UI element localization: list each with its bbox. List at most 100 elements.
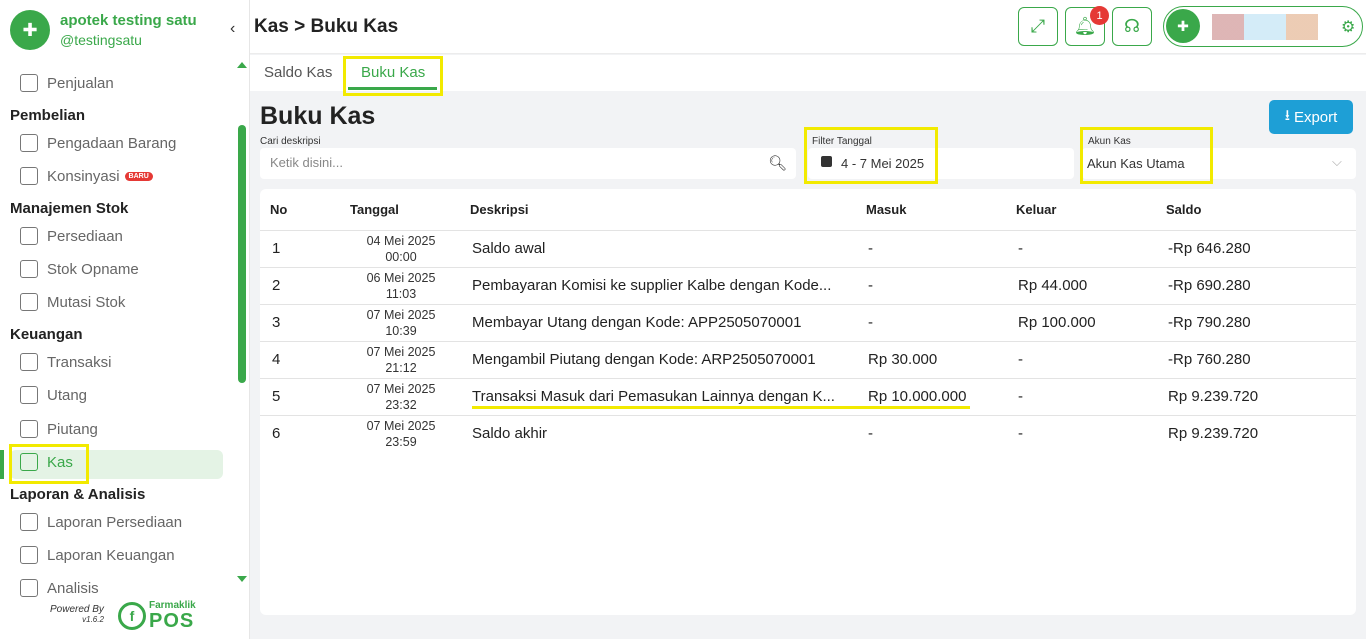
app-root: ✚ apotek testing satu @testingsatu ‹ Pen… [0, 0, 1366, 639]
cell-date-day: 04 Mei 2025 [366, 234, 436, 248]
search-input[interactable] [270, 155, 750, 170]
cell-in: - [868, 425, 873, 442]
sidebar-item-transaksi[interactable]: Transaksi [20, 349, 111, 375]
col-date: Tanggal [350, 202, 399, 217]
cell-date-time: 11:03 [385, 287, 417, 301]
cell-description: Pembayaran Komisi ke supplier Kalbe deng… [472, 277, 832, 294]
cell-in: Rp 10.000.000 [868, 388, 967, 405]
sidebar-item-konsinyasi[interactable]: Konsinyasi BARU [20, 163, 153, 189]
cell-no: 2 [272, 277, 281, 294]
cell-out: Rp 44.000 [1018, 277, 1088, 294]
receipt-icon [20, 420, 38, 438]
search-box: 🔍︎ [260, 148, 796, 179]
cell-description: Membayar Utang dengan Kode: APP250507000… [472, 314, 802, 331]
sidebar-item-label: Transaksi [47, 353, 112, 371]
cell-date-time: 21:12 [385, 361, 417, 375]
collapse-sidebar-icon[interactable]: ‹ [230, 20, 235, 38]
sidebar-item-stok-opname[interactable]: Stok Opname [20, 256, 139, 282]
page-title: Buku Kas [260, 102, 376, 130]
sidebar-item-label: Analisis [47, 579, 99, 597]
cell-no: 5 [272, 388, 281, 405]
brand: ✚ apotek testing satu @testingsatu [10, 10, 197, 50]
fullscreen-button[interactable]: ⤢ [1018, 7, 1058, 46]
highlight-account-select [1080, 127, 1213, 184]
cell-out: - [1018, 240, 1023, 257]
cell-out: Rp 100.000 [1018, 314, 1096, 331]
farmaklik-logo: f Farmaklik POS [118, 600, 196, 631]
cell-date-time: 23:59 [385, 435, 417, 449]
sidebar-item-piutang[interactable]: Piutang [20, 416, 98, 442]
sidebar-item-label: Laporan Keuangan [47, 546, 175, 564]
cell-date: 07 Mei 2025 21:12 [356, 344, 446, 376]
sidebar-item-utang[interactable]: Utang [20, 382, 87, 408]
gear-icon[interactable]: ⚙ [1341, 17, 1355, 37]
user-name-redacted [1212, 14, 1318, 40]
sidebar-item-pengadaan-barang[interactable]: Pengadaan Barang [20, 130, 176, 156]
col-desc: Deskripsi [470, 202, 529, 217]
cell-no: 3 [272, 314, 281, 331]
sidebar-item-penjualan[interactable]: Penjualan [20, 70, 114, 96]
cell-balance: -Rp 760.280 [1168, 351, 1251, 368]
sidebar-item-label: Laporan Persediaan [47, 513, 183, 531]
sidebar: ✚ apotek testing satu @testingsatu ‹ Pen… [0, 0, 250, 639]
cell-balance: Rp 9.239.720 [1168, 425, 1259, 442]
sidebar-item-laporan-keuangan[interactable]: Laporan Keuangan [20, 542, 175, 568]
cell-no: 6 [272, 425, 281, 442]
cell-balance: -Rp 790.280 [1168, 314, 1251, 331]
cell-date-time: 10:39 [385, 324, 417, 338]
search-icon[interactable]: 🔍︎ [768, 154, 787, 172]
cell-date-time: 23:32 [385, 398, 417, 412]
sidebar-item-persediaan[interactable]: Persediaan [20, 223, 123, 249]
cell-out: - [1018, 351, 1023, 368]
clipboard-icon [20, 513, 38, 531]
sidebar-item-label: Penjualan [47, 74, 114, 92]
cell-out: - [1018, 425, 1023, 442]
topbar: Kas > Buku Kas ⤢ 🔔︎ 1 ☊ ✚ ⚙ [250, 0, 1366, 54]
tab-saldo-kas[interactable]: Saldo Kas [264, 64, 332, 81]
sidebar-scrollbar[interactable] [238, 125, 246, 383]
highlight-buku-kas-tab [343, 56, 443, 96]
sidebar-item-label: Persediaan [47, 227, 123, 245]
table-row: 6 Saldo akhir - - Rp 9.239.720 07 Mei 2025 23:… [260, 415, 1356, 452]
box-icon [20, 260, 38, 278]
highlight-date-filter [804, 127, 938, 184]
cell-description: Saldo awal [472, 240, 546, 257]
box-icon [20, 134, 38, 152]
support-button[interactable]: ☊ [1112, 7, 1152, 46]
powered-by: Powered By v1.6.2 [50, 604, 104, 624]
chart-icon [20, 579, 38, 597]
table-row: 2 Pembayaran Komisi ke supplier Kalbe den… [260, 267, 1356, 304]
farmaklik-logo-icon: f [118, 601, 146, 630]
cell-in: - [868, 277, 873, 294]
cell-description: Mengambil Piutang dengan Kode: ARP250507… [472, 351, 816, 368]
col-out: Keluar [1016, 202, 1057, 217]
table-row: 5 Transaksi Masuk dari Pemasukan Lainnya … [260, 378, 1356, 415]
scroll-down-icon[interactable] [237, 576, 247, 582]
exchange-icon [20, 353, 38, 371]
sidebar-heading-pembelian: Pembelian [10, 107, 86, 124]
sidebar-item-label: Utang [47, 386, 88, 404]
store-name: apotek testing satu [60, 12, 197, 29]
sidebar-item-laporan-persediaan[interactable]: Laporan Persediaan [20, 509, 182, 535]
cell-in: Rp 30.000 [868, 351, 938, 368]
cell-out: - [1018, 388, 1023, 405]
profile-menu[interactable]: ✚ ⚙ [1163, 6, 1363, 47]
sidebar-item-analisis[interactable]: Analisis [20, 575, 99, 601]
cell-in: - [868, 240, 873, 257]
sidebar-item-mutasi-stok[interactable]: Mutasi Stok [20, 289, 125, 315]
breadcrumb: Kas > Buku Kas [254, 16, 399, 37]
highlight-underline-row-5 [472, 406, 970, 409]
highlight-kas-menu [9, 444, 89, 484]
box-icon [20, 293, 38, 311]
cell-date-day: 06 Mei 2025 [366, 271, 436, 285]
col-no: No [270, 202, 288, 217]
sidebar-item-label: Piutang [47, 420, 98, 438]
search-label: Cari deskripsi [260, 136, 321, 147]
clipboard-icon [20, 546, 38, 564]
download-icon: ⭳ [1284, 106, 1290, 124]
cell-balance: Rp 9.239.720 [1168, 388, 1259, 405]
export-label: Export [1293, 108, 1338, 126]
scroll-up-icon[interactable] [237, 62, 247, 68]
export-button[interactable]: ⭳ Export [1269, 100, 1353, 134]
cell-date-day: 07 Mei 2025 [366, 419, 436, 433]
